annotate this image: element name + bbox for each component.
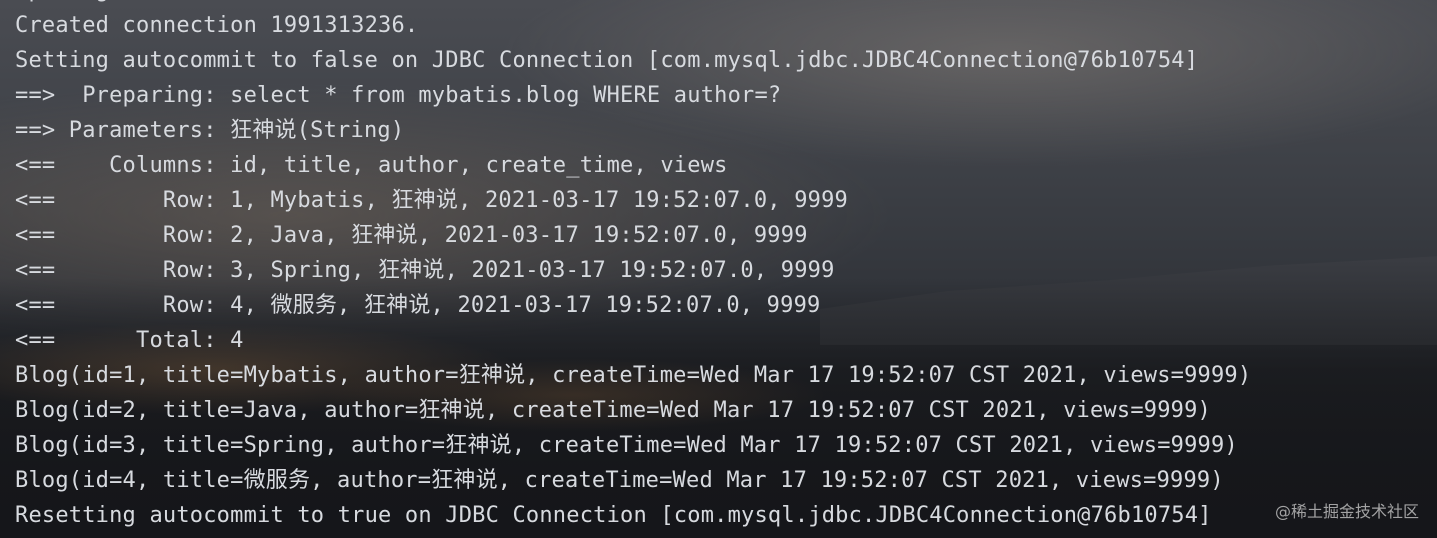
console-line-autocommit-false: Setting autocommit to false on JDBC Conn… (15, 48, 1199, 73)
console-line-blog-2: Blog(id=2, title=Java, author=狂神说, creat… (15, 398, 1211, 423)
watermark: @稀土掘金技术社区 (1274, 502, 1419, 521)
console-line-autocommit-true: Resetting autocommit to true on JDBC Con… (15, 503, 1212, 528)
console-line-total: <== Total: 4 (15, 328, 244, 353)
console-line-row-4: <== Row: 4, 微服务, 狂神说, 2021-03-17 19:52:0… (15, 293, 821, 318)
console-line-row-3: <== Row: 3, Spring, 狂神说, 2021-03-17 19:5… (15, 258, 835, 283)
console-line-preparing: ==> Preparing: select * from mybatis.blo… (15, 83, 782, 108)
console-line-opening: Opening JDBC Connection (15, 0, 324, 8)
console-line-blog-1: Blog(id=1, title=Mybatis, author=狂神说, cr… (15, 363, 1252, 388)
console-line-row-2: <== Row: 2, Java, 狂神说, 2021-03-17 19:52:… (15, 223, 808, 248)
console-line-parameters: ==> Parameters: 狂神说(String) (15, 118, 405, 143)
console-output[interactable]: Opening JDBC Connection Created connecti… (15, 0, 1425, 538)
console-line-row-1: <== Row: 1, Mybatis, 狂神说, 2021-03-17 19:… (15, 188, 848, 213)
console-line-created-connection: Created connection 1991313236. (15, 13, 419, 38)
console-line-columns: <== Columns: id, title, author, create_t… (15, 153, 728, 178)
console-line-blog-4: Blog(id=4, title=微服务, author=狂神说, create… (15, 468, 1224, 493)
console-line-blog-3: Blog(id=3, title=Spring, author=狂神说, cre… (15, 433, 1238, 458)
